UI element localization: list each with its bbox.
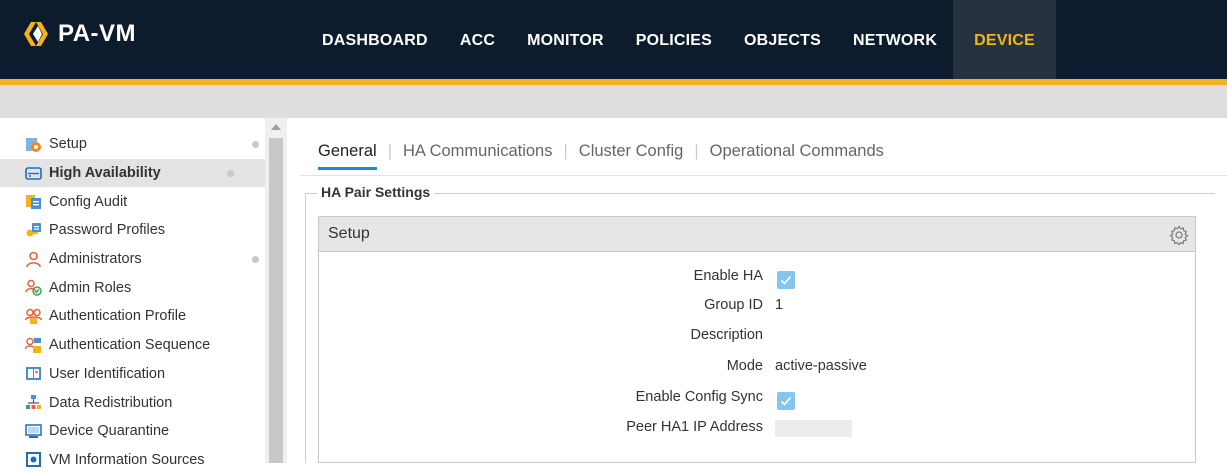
- field-peer-ha1-ip: Peer HA1 IP Address: [319, 419, 1195, 439]
- check-icon: [780, 275, 792, 285]
- scrollbar-thumb[interactable]: [269, 138, 283, 463]
- sidebar-item-admin-roles[interactable]: Admin Roles: [25, 273, 265, 302]
- sidebar-item-administrators[interactable]: Administrators: [25, 245, 265, 274]
- sidebar-item-label: Authentication Profile: [49, 308, 187, 325]
- panel-title: Setup: [328, 225, 370, 242]
- logo: PA-VM: [22, 20, 136, 48]
- sidebar-item-label: Admin Roles: [49, 279, 132, 296]
- data-redistribution-icon: [26, 395, 41, 410]
- sidebar-list: Setup High Availability Config Audit Pas…: [0, 130, 265, 474]
- tab-separator: |: [694, 142, 699, 160]
- sidebar-item-label: Config Audit: [49, 193, 128, 210]
- user-identification-icon: [26, 367, 41, 381]
- main-tabs: DASHBOARD ACC MONITOR POLICIES OBJECTS N…: [306, 0, 1056, 79]
- sidebar-item-label: High Availability: [49, 165, 161, 182]
- field-description: Description: [319, 327, 1195, 347]
- authentication-profile-icon: [25, 308, 42, 324]
- sidebar-item-setup[interactable]: Setup: [25, 130, 265, 159]
- tab-separator: |: [563, 142, 568, 160]
- field-label: Enable HA: [693, 268, 763, 284]
- sidebar-item-authentication-profile[interactable]: Authentication Profile: [25, 302, 265, 331]
- field-enable-ha: Enable HA: [319, 268, 1195, 289]
- field-label: Enable Config Sync: [635, 389, 763, 405]
- sidebar-item-label: Device Quarantine: [49, 423, 170, 440]
- sidebar-item-user-identification[interactable]: User Identification: [25, 360, 265, 389]
- mode-value: active-passive: [775, 358, 867, 374]
- content-tabs: General | HA Communications | Cluster Co…: [318, 142, 884, 170]
- tab-dashboard[interactable]: DASHBOARD: [306, 0, 444, 79]
- sidebar-item-config-audit[interactable]: Config Audit: [25, 187, 265, 216]
- sidebar-item-authentication-sequence[interactable]: Authentication Sequence: [25, 331, 265, 360]
- sidebar-item-vm-information-sources[interactable]: VM Information Sources: [25, 446, 265, 474]
- tab-operational-commands[interactable]: Operational Commands: [710, 142, 884, 170]
- panel-header: Setup: [319, 217, 1195, 252]
- vm-information-sources-icon: [26, 452, 41, 468]
- sidebar-item-label: Authentication Sequence: [49, 337, 211, 354]
- top-navigation-bar: PA-VM DASHBOARD ACC MONITOR POLICIES OBJ…: [0, 0, 1227, 79]
- tab-separator: |: [387, 142, 392, 160]
- tab-cluster-config[interactable]: Cluster Config: [579, 142, 684, 170]
- check-icon: [780, 396, 792, 406]
- setup-icon: [26, 137, 41, 152]
- main-content: General | HA Communications | Cluster Co…: [287, 118, 1227, 463]
- scroll-up-arrow-icon[interactable]: [271, 124, 281, 130]
- tab-acc[interactable]: ACC: [444, 0, 511, 79]
- field-label: Mode: [726, 358, 763, 374]
- enable-ha-checkbox[interactable]: [777, 271, 795, 289]
- sub-toolbar: [0, 85, 1227, 118]
- group-id-value: 1: [775, 297, 784, 313]
- tab-objects[interactable]: OBJECTS: [728, 0, 837, 79]
- tab-ha-communications[interactable]: HA Communications: [403, 142, 552, 170]
- redacted-ip-value: [775, 420, 852, 437]
- config-audit-icon: [26, 195, 41, 210]
- sidebar-item-label: Administrators: [49, 251, 142, 268]
- field-enable-config-sync: Enable Config Sync: [319, 389, 1195, 410]
- tab-policies[interactable]: POLICIES: [620, 0, 728, 79]
- sidebar-item-label: Setup: [49, 136, 87, 153]
- sidebar: Setup High Availability Config Audit Pas…: [0, 118, 287, 468]
- sidebar-item-device-quarantine[interactable]: Device Quarantine: [25, 417, 265, 446]
- sidebar-scrollbar[interactable]: [265, 118, 287, 463]
- sidebar-item-label: VM Information Sources: [49, 451, 205, 468]
- sidebar-item-password-profiles[interactable]: Password Profiles: [25, 216, 265, 245]
- gear-icon[interactable]: [1169, 225, 1189, 245]
- field-label: Peer HA1 IP Address: [626, 419, 763, 435]
- section-title: HA Pair Settings: [317, 184, 435, 200]
- status-dot: [252, 141, 259, 148]
- tab-monitor[interactable]: MONITOR: [511, 0, 620, 79]
- field-label: Description: [690, 327, 763, 343]
- tab-divider: [300, 175, 1227, 176]
- tab-general[interactable]: General: [318, 142, 377, 170]
- status-dot: [252, 255, 259, 263]
- administrators-icon: [26, 251, 41, 267]
- sidebar-item-label: Password Profiles: [49, 222, 166, 239]
- field-mode: Mode active-passive: [319, 358, 1195, 378]
- status-dot: [227, 169, 234, 177]
- tab-network[interactable]: NETWORK: [837, 0, 953, 79]
- field-group-id: Group ID 1: [319, 297, 1195, 317]
- field-label: Group ID: [704, 297, 763, 313]
- paloalto-logo-icon: [24, 22, 48, 46]
- tab-device[interactable]: DEVICE: [953, 0, 1056, 79]
- device-quarantine-icon: [25, 423, 42, 438]
- admin-roles-icon: [25, 280, 42, 297]
- sidebar-item-label: Data Redistribution: [49, 394, 173, 411]
- app-title: PA-VM: [58, 20, 137, 47]
- enable-config-sync-checkbox[interactable]: [777, 392, 795, 410]
- authentication-sequence-icon: [25, 337, 41, 353]
- password-profiles-icon: [26, 222, 41, 237]
- high-availability-icon: [25, 166, 42, 180]
- sidebar-item-label: User Identification: [49, 365, 166, 382]
- sidebar-item-high-availability[interactable]: High Availability: [0, 158, 265, 188]
- setup-panel: Setup Enable HA Group ID 1 Description M…: [318, 216, 1196, 463]
- sidebar-item-data-redistribution[interactable]: Data Redistribution: [25, 388, 265, 417]
